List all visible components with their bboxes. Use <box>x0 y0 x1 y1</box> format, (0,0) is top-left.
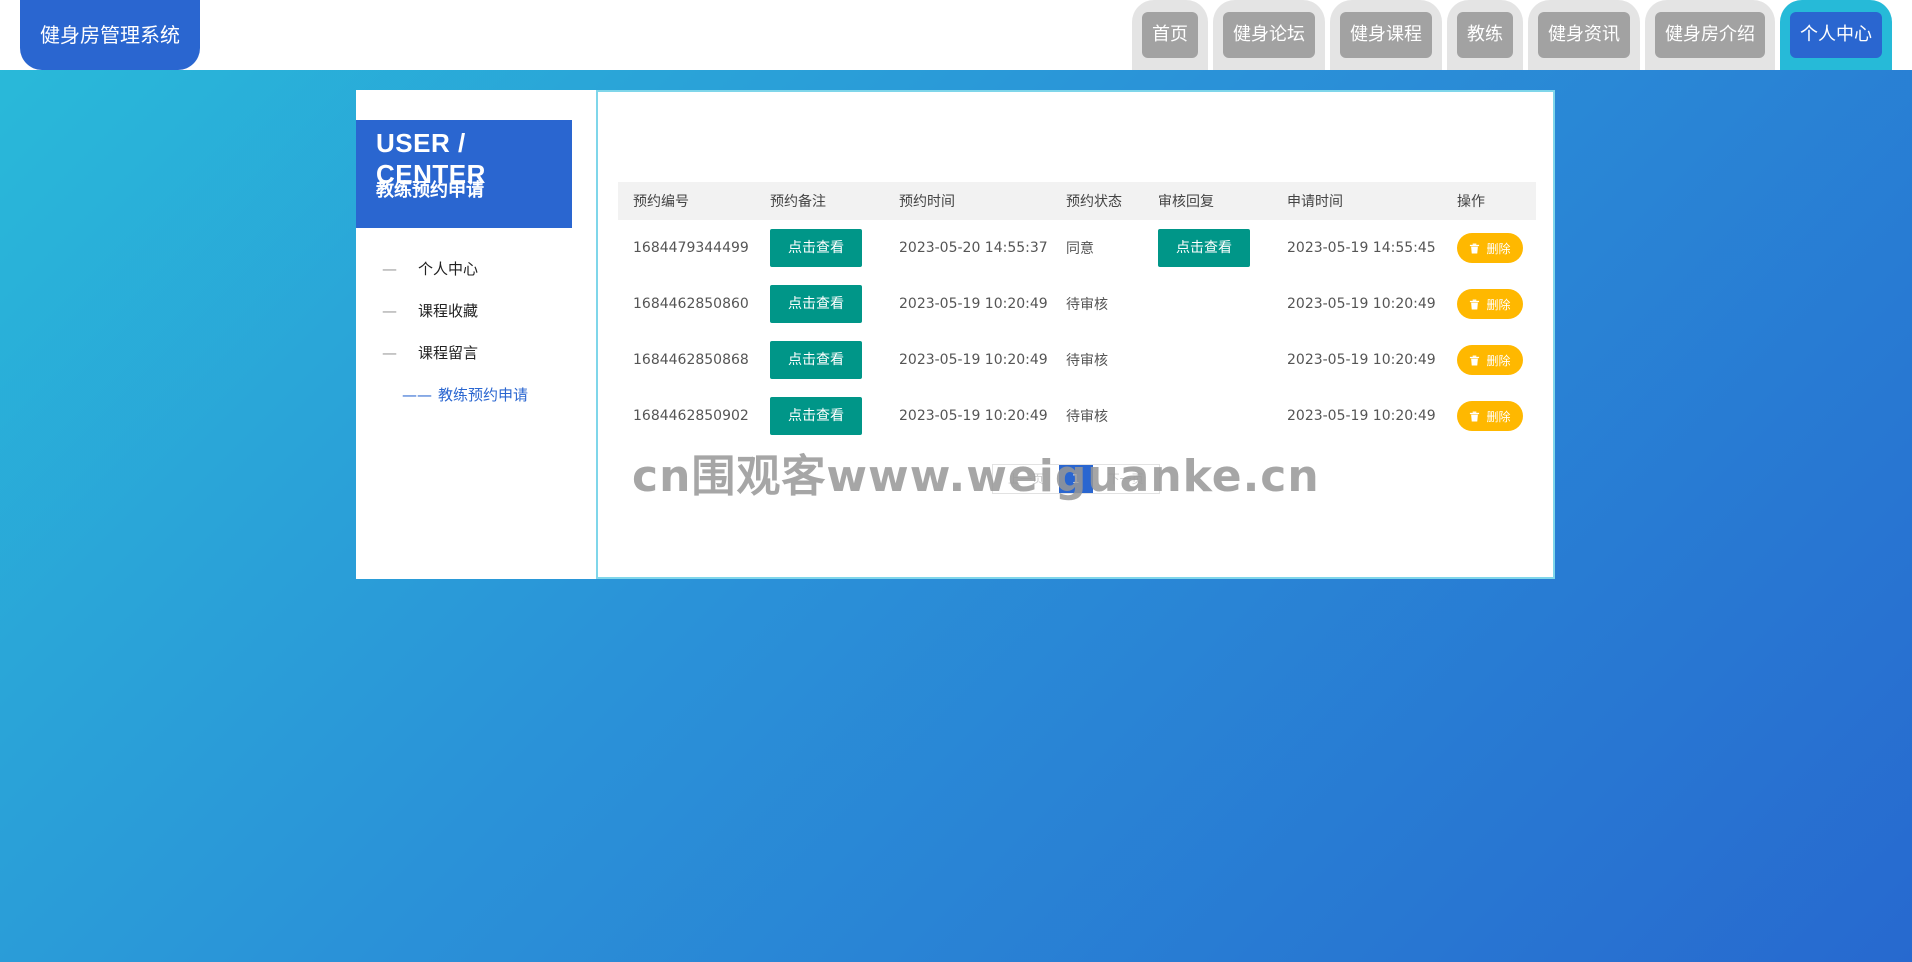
view-note-button[interactable]: 点击查看 <box>770 229 862 267</box>
delete-button[interactable]: 删除 <box>1457 289 1523 319</box>
sidebar: USER / CENTER 教练预约申请 — 个人中心 — 课程收藏 — 课程留… <box>356 90 596 579</box>
table-row: 1684462850902 点击查看 2023-05-19 10:20:49 待… <box>618 388 1536 444</box>
apply-time: 2023-05-19 10:20:49 <box>1287 408 1436 424</box>
trash-icon <box>1470 411 1480 421</box>
sidebar-item-label: 个人中心 <box>418 260 479 278</box>
reply-cell <box>1143 388 1272 444</box>
table-header-row: 预约编号 预约备注 预约时间 预约状态 审核回复 申请时间 操作 <box>618 182 1536 220</box>
sidebar-item-favorites[interactable]: — 课程收藏 <box>356 290 596 332</box>
dash-marker: —— <box>402 386 432 404</box>
column-header: 预约状态 <box>1051 182 1143 220</box>
column-header: 预约时间 <box>884 182 1051 220</box>
reply-cell <box>1143 332 1272 388</box>
nav-item-label: 健身房介绍 <box>1655 12 1765 58</box>
booking-time: 2023-05-19 10:20:49 <box>899 352 1048 368</box>
nav-item-label: 健身资讯 <box>1538 12 1630 58</box>
sidebar-item-label: 课程收藏 <box>418 302 479 320</box>
trash-icon <box>1470 299 1480 309</box>
nav-item-coach[interactable]: 教练 <box>1447 0 1523 70</box>
top-header: 健身房管理系统 首页 健身论坛 健身课程 教练 健身资讯 健身房介绍 个人中心 <box>0 0 1912 70</box>
sidebar-subheading: 教练预约申请 <box>376 180 484 201</box>
column-header: 审核回复 <box>1143 182 1272 220</box>
sidebar-item-coach-booking[interactable]: —— 教练预约申请 <box>356 374 596 416</box>
sidebar-item-label: 教练预约申请 <box>438 386 529 404</box>
column-header: 预约编号 <box>618 182 755 220</box>
delete-button[interactable]: 删除 <box>1457 233 1523 263</box>
dash-marker: — <box>382 302 397 320</box>
nav-item-news[interactable]: 健身资讯 <box>1528 0 1640 70</box>
dash-marker: — <box>382 260 397 278</box>
delete-label: 删除 <box>1486 297 1511 312</box>
sidebar-header: USER / CENTER 教练预约申请 <box>356 120 572 228</box>
nav-item-forum[interactable]: 健身论坛 <box>1213 0 1325 70</box>
site-title[interactable]: 健身房管理系统 <box>20 0 200 70</box>
booking-time: 2023-05-20 14:55:37 <box>899 240 1048 256</box>
sidebar-menu: — 个人中心 — 课程收藏 — 课程留言 —— 教练预约申请 <box>356 248 596 416</box>
nav-item-label: 健身课程 <box>1340 12 1432 58</box>
booking-time: 2023-05-19 10:20:49 <box>899 408 1048 424</box>
watermark: cn围观客www.weiguanke.cn <box>632 451 1320 502</box>
apply-time: 2023-05-19 14:55:45 <box>1287 240 1436 256</box>
booking-status: 待审核 <box>1066 409 1108 425</box>
nav-item-about[interactable]: 健身房介绍 <box>1645 0 1775 70</box>
delete-button[interactable]: 删除 <box>1457 401 1523 431</box>
view-note-button[interactable]: 点击查看 <box>770 341 862 379</box>
table-row: 1684462850860 点击查看 2023-05-19 10:20:49 待… <box>618 276 1536 332</box>
booking-time: 2023-05-19 10:20:49 <box>899 296 1048 312</box>
nav-item-label: 首页 <box>1142 12 1198 58</box>
column-header: 操作 <box>1442 182 1536 220</box>
booking-id: 1684479344499 <box>633 240 749 256</box>
booking-status: 待审核 <box>1066 297 1108 313</box>
column-header: 预约备注 <box>755 182 884 220</box>
booking-id: 1684462850860 <box>633 296 749 312</box>
delete-label: 删除 <box>1486 353 1511 368</box>
table-row: 1684462850868 点击查看 2023-05-19 10:20:49 待… <box>618 332 1536 388</box>
delete-label: 删除 <box>1486 241 1511 256</box>
apply-time: 2023-05-19 10:20:49 <box>1287 296 1436 312</box>
view-note-button[interactable]: 点击查看 <box>770 285 862 323</box>
view-reply-button[interactable]: 点击查看 <box>1158 229 1250 267</box>
nav-item-courses[interactable]: 健身课程 <box>1330 0 1442 70</box>
trash-icon <box>1470 243 1480 253</box>
nav-item-label: 教练 <box>1457 12 1513 58</box>
booking-id: 1684462850902 <box>633 408 749 424</box>
nav-item-label: 健身论坛 <box>1223 12 1315 58</box>
column-header: 申请时间 <box>1272 182 1442 220</box>
booking-id: 1684462850868 <box>633 352 749 368</box>
nav-item-user-center[interactable]: 个人中心 <box>1780 0 1892 70</box>
booking-status: 同意 <box>1066 241 1094 257</box>
nav-item-label: 个人中心 <box>1790 12 1882 58</box>
dash-marker: — <box>382 344 397 362</box>
delete-button[interactable]: 删除 <box>1457 345 1523 375</box>
view-note-button[interactable]: 点击查看 <box>770 397 862 435</box>
table-row: 1684479344499 点击查看 2023-05-20 14:55:37 同… <box>618 220 1536 276</box>
sidebar-item-label: 课程留言 <box>418 344 479 362</box>
delete-label: 删除 <box>1486 409 1511 424</box>
trash-icon <box>1470 355 1480 365</box>
sidebar-item-profile[interactable]: — 个人中心 <box>356 248 596 290</box>
booking-status: 待审核 <box>1066 353 1108 369</box>
booking-table: 预约编号 预约备注 预约时间 预约状态 审核回复 申请时间 操作 1684479… <box>618 182 1536 444</box>
main-content: 预约编号 预约备注 预约时间 预约状态 审核回复 申请时间 操作 1684479… <box>596 90 1555 579</box>
apply-time: 2023-05-19 10:20:49 <box>1287 352 1436 368</box>
nav-item-home[interactable]: 首页 <box>1132 0 1208 70</box>
main-nav: 首页 健身论坛 健身课程 教练 健身资讯 健身房介绍 个人中心 <box>1132 0 1892 70</box>
reply-cell <box>1143 276 1272 332</box>
sidebar-item-comments[interactable]: — 课程留言 <box>356 332 596 374</box>
